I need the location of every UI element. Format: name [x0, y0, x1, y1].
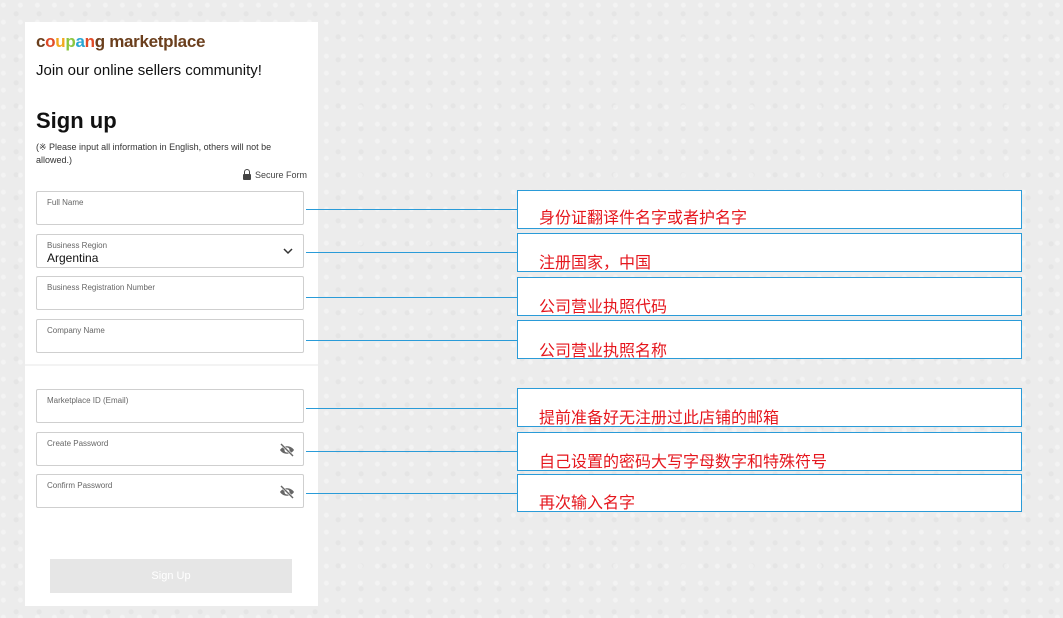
signup-panel: coupang marketplace Join our online sell… [25, 22, 318, 606]
business-region-label: Business Region [47, 241, 108, 250]
chevron-down-icon[interactable] [282, 245, 294, 257]
business-registration-number-label: Business Registration Number [47, 283, 156, 292]
logo-letter: a [75, 32, 85, 51]
annotation-text: 再次输入名字 [539, 495, 636, 512]
annotation-confirm-password: 再次输入名字 [517, 474, 1022, 512]
annotation-business-region: 注册国家，中国 [517, 233, 1022, 272]
company-name-field[interactable]: Company Name [36, 319, 304, 353]
connector-line [306, 297, 517, 298]
connector-line [306, 252, 517, 253]
business-region-select[interactable]: Business Region Argentina [36, 234, 304, 268]
secure-form-indicator: Secure Form [242, 168, 307, 180]
company-name-label: Company Name [47, 326, 105, 335]
annotation-text: 公司营业执照名称 [539, 343, 668, 360]
annotation-text: 身份证翻译件名字或者护名字 [539, 210, 748, 227]
tagline: Join our online sellers community! [36, 62, 262, 79]
annotation-text: 自己设置的密码大写字母数字和特殊符号 [539, 454, 828, 471]
annotation-email: 提前准备好无注册过此店铺的邮箱 [517, 388, 1022, 427]
connector-line [306, 493, 517, 494]
connector-line [306, 209, 517, 210]
create-password-label: Create Password [47, 439, 109, 448]
confirm-password-label: Confirm Password [47, 481, 113, 490]
create-password-field[interactable]: Create Password [36, 432, 304, 466]
annotation-company-name: 公司营业执照名称 [517, 320, 1022, 360]
annotation-full-name: 身份证翻译件名字或者护名字 [517, 190, 1022, 229]
secure-form-label: Secure Form [254, 170, 307, 180]
eye-off-icon[interactable] [279, 443, 295, 457]
logo-letter: n [84, 32, 95, 51]
full-name-label: Full Name [47, 198, 84, 207]
coupang-marketplace-logo: coupang marketplace [36, 32, 205, 52]
annotation-text: 公司营业执照代码 [539, 299, 668, 316]
connector-line [306, 408, 517, 409]
logo-letter: c [36, 32, 46, 51]
annotation-text: 注册国家，中国 [539, 255, 652, 272]
logo-letter: p [65, 32, 76, 51]
connector-line [306, 340, 517, 341]
business-registration-number-field[interactable]: Business Registration Number [36, 276, 304, 310]
logo-suffix: marketplace [104, 32, 206, 51]
annotation-text: 提前准备好无注册过此店铺的邮箱 [539, 410, 780, 427]
email-field[interactable]: Marketplace ID (Email) [36, 389, 304, 423]
annotation-registration-number: 公司营业执照代码 [517, 277, 1022, 316]
lock-icon [242, 168, 251, 180]
annotation-create-password: 自己设置的密码大写字母数字和特殊符号 [517, 432, 1022, 471]
logo-letter: g [94, 32, 105, 51]
english-only-note: (※ Please input all information in Engli… [36, 142, 272, 165]
logo-letter: u [55, 32, 66, 51]
sign-up-button[interactable]: Sign Up [50, 559, 292, 593]
connector-line [306, 451, 517, 452]
section-divider [25, 364, 318, 366]
business-region-value: Argentina [47, 251, 99, 265]
logo-letter: o [45, 32, 56, 51]
eye-off-icon[interactable] [279, 485, 295, 499]
page-title: Sign up [36, 108, 117, 133]
full-name-field[interactable]: Full Name [36, 191, 304, 225]
email-label: Marketplace ID (Email) [47, 396, 129, 405]
confirm-password-field[interactable]: Confirm Password [36, 474, 304, 508]
